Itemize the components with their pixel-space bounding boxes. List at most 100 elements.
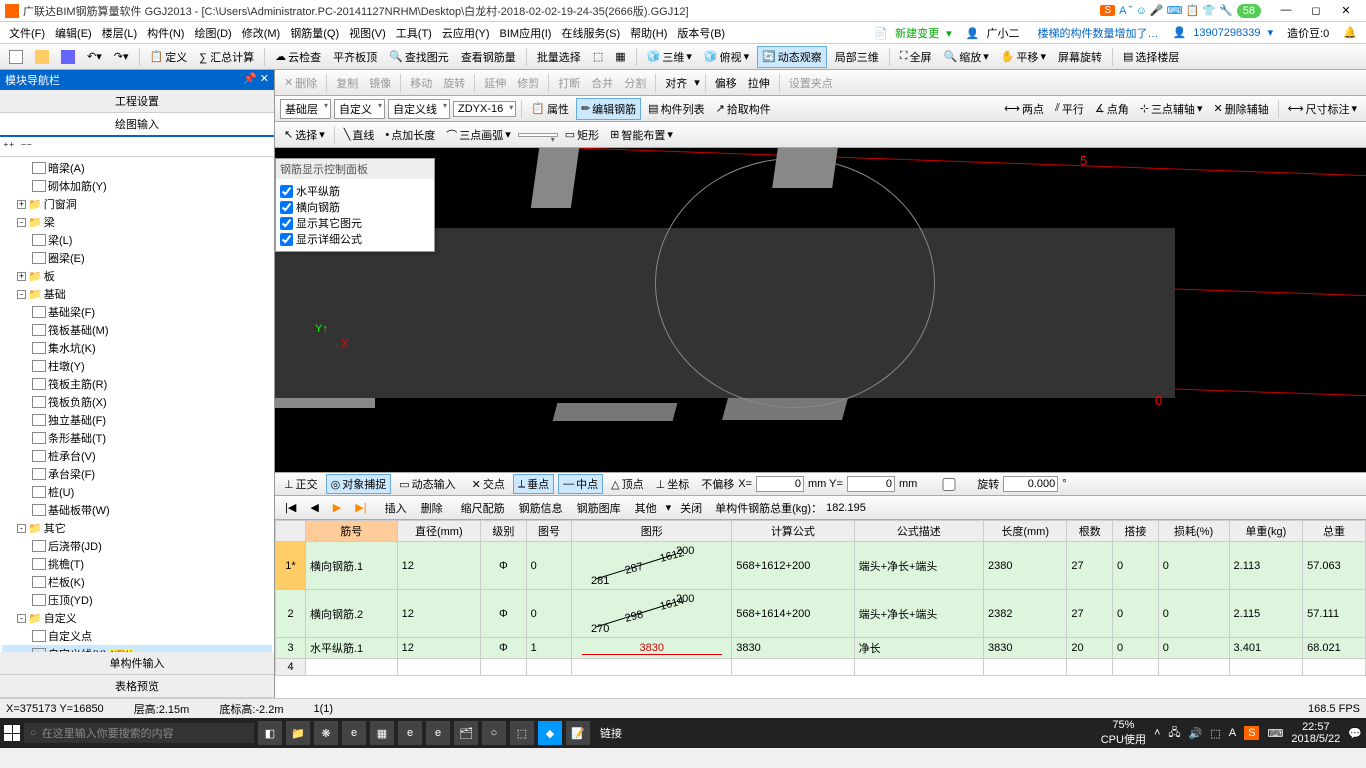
tree-node[interactable]: 集水坑(K)	[2, 339, 272, 357]
task-icon[interactable]: 📝	[566, 721, 590, 745]
tray-vol-icon[interactable]: 🔊	[1189, 727, 1203, 740]
tree-node[interactable]: +📁门窗洞	[2, 195, 272, 213]
task-icon[interactable]: ◧	[258, 721, 282, 745]
rect-btn[interactable]: ▭ 矩形	[561, 125, 603, 145]
empty-combo[interactable]	[518, 133, 558, 137]
table-row[interactable]: 3水平纵筋.112Φ138303830净长383020003.40168.021	[276, 638, 1366, 659]
open-btn[interactable]	[31, 48, 53, 66]
last-btn[interactable]: ▶|	[350, 500, 371, 515]
tree-node[interactable]: 暗梁(A)	[2, 159, 272, 177]
other-btn[interactable]: 其他	[630, 499, 662, 517]
task-icon[interactable]: e	[398, 721, 422, 745]
tree-node[interactable]: 基础板带(W)	[2, 501, 272, 519]
grip-btn[interactable]: 设置夹点	[785, 73, 837, 93]
task-icon[interactable]: ▦	[370, 721, 394, 745]
collapse-icon[interactable]: ⁻⁻	[21, 140, 33, 153]
orbit-btn[interactable]: 🔄 动态观察	[757, 46, 827, 68]
save-btn[interactable]	[57, 48, 79, 66]
menu-item[interactable]: BIM应用(I)	[496, 23, 556, 43]
expand-icon[interactable]: ⁺⁺	[3, 140, 15, 153]
code-combo[interactable]: ZDYX-16	[453, 101, 516, 117]
menu-item[interactable]: 钢筋量(Q)	[286, 23, 343, 43]
task-icon[interactable]: ⬚	[510, 721, 534, 745]
cloud-check-btn[interactable]: ☁ 云检查	[271, 47, 325, 67]
search-box[interactable]: ○ 在这里输入你要搜索的内容	[24, 723, 254, 743]
menu-item[interactable]: 帮助(H)	[626, 23, 671, 43]
rotate-btn[interactable]: 旋转	[439, 73, 469, 93]
batch-select-btn[interactable]: 批量选择	[533, 47, 585, 67]
apex-btn[interactable]: △ 顶点	[607, 475, 647, 493]
notice-link[interactable]: 楼梯的构件数量增加了…	[1033, 23, 1162, 43]
tray-net-icon[interactable]: 🖧	[1168, 724, 1180, 743]
tree-node[interactable]: 砌体加筋(Y)	[2, 177, 272, 195]
rebar-opt[interactable]: 水平纵筋	[280, 183, 430, 199]
delete-row-btn[interactable]: 删除	[416, 499, 448, 517]
copy-btn[interactable]: 复制	[332, 73, 362, 93]
cross-btn[interactable]: ✕ 交点	[468, 475, 509, 493]
redo-btn[interactable]: ↷▾	[110, 48, 133, 65]
task-icon[interactable]: 🗂	[454, 721, 478, 745]
lib-btn[interactable]: 钢筋图库	[572, 499, 626, 517]
sogou-icon[interactable]: S	[1100, 5, 1115, 16]
close-btn[interactable]: ✕	[1331, 4, 1361, 17]
tray-icon[interactable]: ⬚	[1210, 727, 1220, 740]
tree-node[interactable]: 筏板主筋(R)	[2, 375, 272, 393]
tray-time[interactable]: 22:57	[1291, 721, 1340, 733]
tree-node[interactable]: 栏板(K)	[2, 573, 272, 591]
section-preview[interactable]: 表格预览	[0, 675, 274, 698]
angle-input[interactable]	[1003, 476, 1058, 492]
task-icon[interactable]: 📁	[286, 721, 310, 745]
rebar-opt[interactable]: 显示详细公式	[280, 231, 430, 247]
sum-btn[interactable]: ∑ 汇总计算	[195, 47, 258, 67]
scale-btn[interactable]: 缩尺配筋	[456, 499, 510, 517]
line-combo[interactable]: 自定义线	[388, 99, 450, 119]
sit-btn[interactable]: ⊥ 坐标	[652, 475, 694, 493]
list-btn[interactable]: ▤ 构件列表	[644, 99, 708, 119]
cpu-label[interactable]: 75% CPU使用	[1101, 719, 1146, 747]
tree-node[interactable]: 梁(L)	[2, 231, 272, 249]
rebar-table[interactable]: 筋号直径(mm)级别图号图形计算公式公式描述长度(mm)根数搭接损耗(%)单重(…	[275, 520, 1366, 698]
y-input[interactable]	[847, 476, 895, 492]
dim-btn[interactable]: ∡ 点角	[1091, 99, 1133, 119]
next-btn[interactable]: ▶	[328, 500, 346, 515]
menu-item[interactable]: 绘图(D)	[190, 23, 235, 43]
tray-notif-icon[interactable]: 💬	[1348, 727, 1362, 740]
dim-btn[interactable]: ⟷ 两点	[1000, 99, 1048, 119]
fullscreen-btn[interactable]: ⛶ 全屏	[896, 47, 936, 67]
start-btn[interactable]	[4, 725, 20, 741]
edit-rebar-btn[interactable]: ✏ 编辑钢筋	[576, 98, 641, 120]
dim-btn[interactable]: ✕ 删除辅轴	[1209, 99, 1272, 119]
ime-icons[interactable]: A ˘ ☺ 🎤 ⌨ 📋 👕 🔧	[1119, 4, 1233, 17]
menu-item[interactable]: 在线服务(S)	[557, 23, 624, 43]
break-btn[interactable]: 打断	[554, 73, 584, 93]
close-panel-icon[interactable]: ✕	[260, 73, 269, 85]
table-row[interactable]: 4	[276, 659, 1366, 676]
tray-icon[interactable]: A	[1229, 727, 1236, 739]
rebar-panel[interactable]: 钢筋显示控制面板 水平纵筋横向钢筋显示其它图元显示详细公式	[275, 158, 435, 252]
select-floor-btn[interactable]: ▤ 选择楼层	[1119, 47, 1183, 67]
menu-item[interactable]: 云应用(Y)	[438, 23, 494, 43]
menu-item[interactable]: 文件(F)	[5, 23, 49, 43]
view-rebar-btn[interactable]: 查看钢筋量	[457, 47, 520, 67]
tree-node[interactable]: 桩承台(V)	[2, 447, 272, 465]
tree-node[interactable]: 基础梁(F)	[2, 303, 272, 321]
3d-btn[interactable]: 🧊 三维 ▾	[643, 47, 696, 67]
stretch-btn[interactable]: 拉伸	[744, 73, 774, 93]
pick-btn[interactable]: ↗ 拾取构件	[712, 99, 775, 119]
menu-item[interactable]: 编辑(E)	[51, 23, 96, 43]
select-btn[interactable]: ↖ 选择 ▾	[280, 125, 329, 145]
local3d-btn[interactable]: 局部三维	[831, 47, 883, 67]
task-icon[interactable]: e	[342, 721, 366, 745]
tree-node[interactable]: -📁梁	[2, 213, 272, 231]
rebar-opt[interactable]: 显示其它图元	[280, 215, 430, 231]
offset-btn[interactable]: 偏移	[711, 73, 741, 93]
tree-node[interactable]: 后浇带(JD)	[2, 537, 272, 555]
find-btn[interactable]: 🔍 查找图元	[385, 47, 453, 67]
menu-item[interactable]: 楼层(L)	[98, 23, 141, 43]
tab-project[interactable]: 工程设置	[0, 90, 274, 113]
dim-btn[interactable]: ⟷ 尺寸标注 ▾	[1284, 99, 1361, 119]
tool-icon[interactable]: ⬚	[589, 48, 607, 65]
table-row[interactable]: 2横向钢筋.212Φ02702981614200568+1614+200端头+净…	[276, 590, 1366, 638]
define-btn[interactable]: 📋 定义	[146, 47, 192, 67]
merge-btn[interactable]: 合并	[587, 73, 617, 93]
